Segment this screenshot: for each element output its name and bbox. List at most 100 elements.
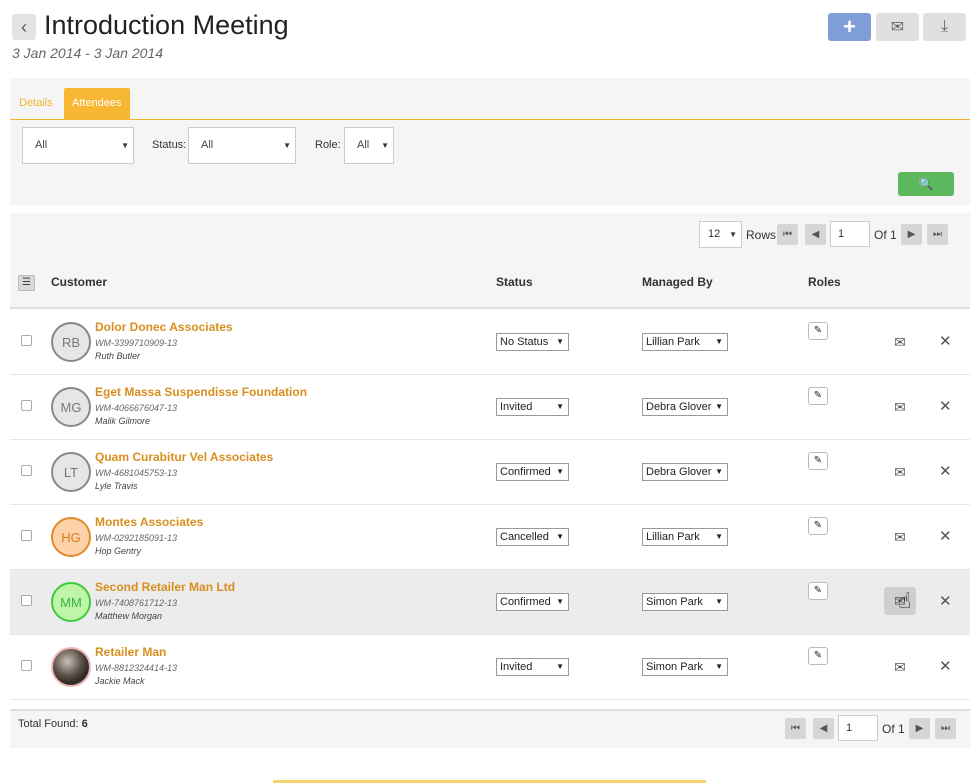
customer-name-link[interactable]: Retailer Man: [95, 645, 166, 659]
header-customer[interactable]: Customer: [51, 275, 107, 289]
caret-down-icon: ▼: [715, 337, 723, 346]
edit-roles-button[interactable]: ✎: [808, 452, 828, 470]
edit-roles-button[interactable]: ✎: [808, 322, 828, 340]
avatar: HG: [51, 517, 91, 557]
envelope-icon: ✉: [894, 529, 906, 545]
row-checkbox[interactable]: [21, 400, 32, 411]
remove-attendee-button[interactable]: ✕: [939, 527, 952, 545]
customer-name-link[interactable]: Dolor Donec Associates: [95, 320, 233, 334]
email-button[interactable]: ✉: [876, 13, 919, 41]
remove-attendee-button[interactable]: ✕: [939, 462, 952, 480]
edit-roles-button[interactable]: ✎: [808, 582, 828, 600]
last-page-icon: ⏭: [933, 229, 942, 240]
manager-select[interactable]: Simon Park ▼: [642, 658, 728, 676]
send-email-button[interactable]: ✉: [890, 334, 910, 350]
remove-attendee-button[interactable]: ✕: [939, 592, 952, 610]
back-button[interactable]: ‹: [12, 14, 36, 40]
search-icon: 🔍: [918, 177, 934, 191]
page-input[interactable]: 1: [830, 221, 870, 247]
contact-person: Hop Gentry: [95, 546, 142, 556]
send-email-button[interactable]: ✉: [890, 399, 910, 415]
prev-page-icon: ◀: [819, 723, 828, 734]
row-checkbox[interactable]: [21, 595, 32, 606]
prev-page-button[interactable]: ◀: [805, 224, 826, 245]
manager-select[interactable]: Lillian Park ▼: [642, 333, 728, 351]
envelope-icon: ✉: [894, 464, 906, 480]
close-icon: ✕: [939, 528, 952, 545]
status-select[interactable]: No Status ▼: [496, 333, 569, 351]
edit-roles-button[interactable]: ✎: [808, 517, 828, 535]
header-status[interactable]: Status: [496, 275, 533, 289]
manager-select[interactable]: Debra Glover ▼: [642, 463, 728, 481]
tab-details[interactable]: Details: [11, 88, 61, 119]
row-checkbox[interactable]: [21, 530, 32, 541]
row-checkbox[interactable]: [21, 465, 32, 476]
customer-name-link[interactable]: Quam Curabitur Vel Associates: [95, 450, 273, 464]
status-select[interactable]: Confirmed ▼: [496, 593, 569, 611]
contact-person: Matthew Morgan: [95, 611, 163, 621]
page-of-label: Of 1: [882, 722, 905, 736]
page-input[interactable]: 1: [838, 715, 878, 741]
caret-down-icon: ▼: [556, 532, 564, 541]
customer-code: WM-0292185091-13: [95, 533, 178, 543]
table-row: HG Montes Associates WM-0292185091-13 Ho…: [10, 505, 970, 570]
remove-attendee-button[interactable]: ✕: [939, 657, 952, 675]
search-button[interactable]: 🔍: [898, 172, 954, 196]
last-page-button[interactable]: ⏭: [927, 224, 948, 245]
chevron-left-icon: ‹: [21, 16, 27, 37]
caret-down-icon: ▼: [715, 532, 723, 541]
rows-label: Rows: [746, 228, 777, 242]
role-filter-select[interactable]: All ▼: [344, 127, 394, 164]
status-value: No Status: [500, 336, 549, 348]
customer-name-link[interactable]: Eget Massa Suspendisse Foundation: [95, 385, 307, 399]
prev-page-button[interactable]: ◀: [813, 718, 834, 739]
manager-select[interactable]: Lillian Park ▼: [642, 528, 728, 546]
plus-icon: +: [843, 14, 856, 39]
table-row: RB Dolor Donec Associates WM-3399710909-…: [10, 310, 970, 375]
send-email-button[interactable]: ✉: [890, 464, 910, 480]
rows-per-page-select[interactable]: 12 ▼: [699, 221, 742, 248]
row-checkbox[interactable]: [21, 335, 32, 346]
pencil-icon: ✎: [813, 520, 823, 531]
status-select[interactable]: Invited ▼: [496, 658, 569, 676]
header-managed-by[interactable]: Managed By: [642, 275, 713, 289]
manager-value: Debra Glover: [646, 466, 712, 478]
first-page-icon: ⏮: [791, 723, 800, 734]
add-button[interactable]: +: [828, 13, 871, 41]
customer-name-link[interactable]: Second Retailer Man Ltd: [95, 580, 235, 594]
manager-select[interactable]: Debra Glover ▼: [642, 398, 728, 416]
status-select[interactable]: Invited ▼: [496, 398, 569, 416]
column-menu-icon[interactable]: ☰: [18, 275, 35, 291]
envelope-icon: ✉: [890, 19, 905, 36]
download-button[interactable]: ⤓: [923, 13, 966, 41]
contact-person: Lyle Travis: [95, 481, 138, 491]
row-checkbox[interactable]: [21, 660, 32, 671]
next-page-button[interactable]: ▶: [909, 718, 930, 739]
status-select[interactable]: Confirmed ▼: [496, 463, 569, 481]
date-range: 3 Jan 2014 - 3 Jan 2014: [12, 45, 164, 61]
next-page-button[interactable]: ▶: [901, 224, 922, 245]
customer-code: WM-8812324414-13: [95, 663, 178, 673]
next-page-icon: ▶: [915, 723, 924, 734]
remove-attendee-button[interactable]: ✕: [939, 397, 952, 415]
send-email-button[interactable]: ✉: [890, 659, 910, 675]
first-page-button[interactable]: ⏮: [777, 224, 798, 245]
table-row: Retailer Man WM-8812324414-13 Jackie Mac…: [10, 635, 970, 700]
last-page-button[interactable]: ⏭: [935, 718, 956, 739]
send-email-button[interactable]: ✉: [890, 529, 910, 545]
tab-attendees[interactable]: Attendees: [64, 88, 130, 119]
remove-attendee-button[interactable]: ✕: [939, 332, 952, 350]
pencil-icon: ✎: [813, 325, 823, 336]
manager-select[interactable]: Simon Park ▼: [642, 593, 728, 611]
edit-roles-button[interactable]: ✎: [808, 647, 828, 665]
edit-roles-button[interactable]: ✎: [808, 387, 828, 405]
status-filter-select[interactable]: All ▼: [188, 127, 296, 164]
customer-name-link[interactable]: Montes Associates: [95, 515, 203, 529]
filter-panel: Details Attendees All ▼ Status: All ▼ Ro…: [10, 78, 970, 205]
pencil-icon: ✎: [813, 390, 823, 401]
caret-down-icon: ▼: [715, 597, 723, 606]
header-roles[interactable]: Roles: [808, 275, 841, 289]
type-filter-select[interactable]: All ▼: [22, 127, 134, 164]
status-select[interactable]: Cancelled ▼: [496, 528, 569, 546]
first-page-button[interactable]: ⏮: [785, 718, 806, 739]
